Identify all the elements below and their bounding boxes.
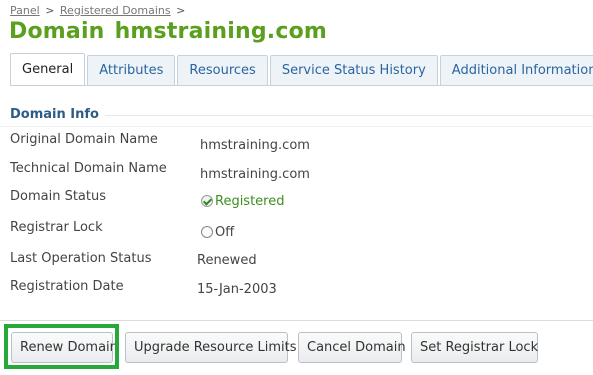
check-circle-icon: [201, 195, 213, 207]
tab-service-status-history[interactable]: Service Status History: [269, 55, 438, 86]
registration-date-label: Registration Date: [10, 279, 124, 294]
domain-info-panel: Domain Info Original Domain Name hmstrai…: [0, 86, 593, 321]
tab-bar: General Attributes Resources Service Sta…: [10, 53, 593, 86]
page-title: Domain hmstraining.com: [9, 19, 327, 44]
technical-domain-name-value: hmstraining.com: [200, 167, 310, 182]
registrar-lock-label: Registrar Lock: [10, 220, 103, 235]
breadcrumb: Panel > Registered Domains >: [10, 4, 187, 17]
tab-attributes[interactable]: Attributes: [87, 55, 176, 86]
upgrade-resource-limits-button[interactable]: Upgrade Resource Limits: [125, 332, 296, 363]
empty-circle-icon: [201, 226, 213, 238]
tab-resources[interactable]: Resources: [177, 55, 268, 86]
registration-date-value: 15-Jan-2003: [197, 282, 277, 297]
set-registrar-lock-button[interactable]: Set Registrar Lock: [411, 332, 538, 363]
breadcrumb-separator: >: [176, 4, 186, 17]
tab-additional-information[interactable]: Additional Information: [439, 55, 593, 86]
page-title-domain: hmstraining.com: [114, 19, 328, 44]
last-operation-status-value: Renewed: [197, 253, 257, 268]
breadcrumb-separator: >: [45, 4, 55, 17]
section-divider-secondary: [0, 126, 593, 127]
section-title: Domain Info: [10, 107, 105, 122]
original-domain-name-label: Original Domain Name: [10, 132, 158, 147]
original-domain-name-value: hmstraining.com: [200, 138, 310, 153]
technical-domain-name-label: Technical Domain Name: [10, 161, 167, 176]
registrar-lock-value-wrap: Off: [201, 225, 234, 240]
page-title-prefix: Domain: [9, 19, 105, 44]
last-operation-status-label: Last Operation Status: [10, 251, 152, 266]
domain-status-value-wrap: Registered: [201, 194, 285, 209]
domain-status-label: Domain Status: [10, 189, 107, 204]
breadcrumb-link-panel[interactable]: Panel: [10, 4, 40, 17]
registrar-lock-value: Off: [215, 225, 235, 240]
footer-divider: [0, 320, 593, 321]
cancel-domain-button[interactable]: Cancel Domain: [298, 332, 406, 363]
domain-status-value: Registered: [215, 194, 285, 209]
section-divider: [98, 115, 593, 116]
tab-general[interactable]: General: [10, 53, 86, 86]
breadcrumb-link-registered-domains[interactable]: Registered Domains: [60, 4, 171, 17]
renew-button-highlight: [4, 324, 119, 369]
